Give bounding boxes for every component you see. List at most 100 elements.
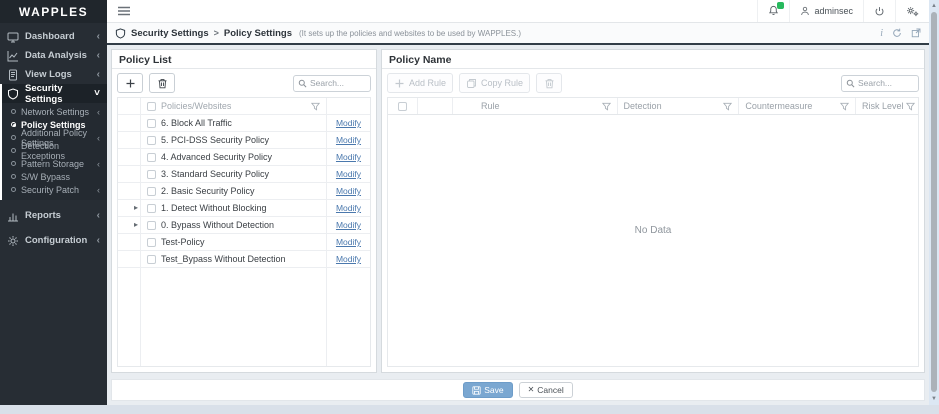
modify-link[interactable]: Modify bbox=[336, 237, 361, 247]
filter-icon[interactable] bbox=[906, 102, 915, 111]
checkbox-column bbox=[388, 98, 418, 114]
sidebar-item-network-settings[interactable]: Network Settings ‹ bbox=[2, 105, 107, 118]
circle-icon bbox=[11, 148, 16, 153]
delete-rule-button[interactable] bbox=[536, 73, 562, 93]
sidebar-item-view-logs[interactable]: View Logs ‹ bbox=[0, 65, 107, 84]
save-icon bbox=[472, 386, 481, 395]
delete-icon bbox=[544, 78, 555, 89]
policy-list-toolbar bbox=[112, 69, 376, 97]
row-checkbox[interactable] bbox=[147, 119, 156, 128]
circle-icon bbox=[11, 161, 16, 166]
sidebar-item-configuration[interactable]: Configuration ‹ bbox=[0, 231, 107, 250]
no-data-message: No Data bbox=[388, 225, 918, 236]
action-cell: Modify bbox=[326, 200, 370, 216]
column-label: Countermeasure bbox=[745, 101, 812, 111]
modify-link[interactable]: Modify bbox=[336, 152, 361, 162]
policy-table: Policies/Websites 6. Block All Traffic bbox=[117, 97, 371, 367]
info-icon[interactable]: i bbox=[880, 28, 883, 39]
cancel-button[interactable]: ✕ Cancel bbox=[519, 382, 573, 398]
policy-row: ▸ 1. Detect Without Blocking Modify bbox=[118, 200, 370, 217]
user-icon bbox=[800, 6, 810, 17]
sidebar-item-label: Security Patch bbox=[21, 185, 79, 195]
policy-search-input[interactable] bbox=[310, 78, 366, 88]
row-checkbox[interactable] bbox=[147, 255, 156, 264]
row-checkbox[interactable] bbox=[147, 153, 156, 162]
sidebar-item-security-settings[interactable]: Security Settings ˅ bbox=[0, 84, 107, 103]
sidebar-item-data-analysis[interactable]: Data Analysis ‹ bbox=[0, 46, 107, 65]
save-button[interactable]: Save bbox=[463, 382, 512, 398]
modify-link[interactable]: Modify bbox=[336, 135, 361, 145]
policy-name: 0. Bypass Without Detection bbox=[161, 220, 274, 230]
modify-link[interactable]: Modify bbox=[336, 220, 361, 230]
modify-link[interactable]: Modify bbox=[336, 203, 361, 213]
vertical-scrollbar-thumb[interactable] bbox=[931, 12, 937, 392]
user-menu[interactable]: adminsec bbox=[789, 0, 863, 22]
row-checkbox[interactable] bbox=[147, 187, 156, 196]
modify-link[interactable]: Modify bbox=[336, 186, 361, 196]
copy-icon bbox=[466, 78, 477, 89]
circle-icon bbox=[11, 135, 16, 140]
select-all-checkbox[interactable] bbox=[398, 102, 407, 111]
hamburger-icon[interactable] bbox=[117, 6, 131, 16]
policy-list-title: Policy List bbox=[112, 50, 376, 69]
policy-row: 4. Advanced Security Policy Modify bbox=[118, 149, 370, 166]
footer-bar: Save ✕ Cancel bbox=[111, 379, 925, 401]
view-logs-icon bbox=[7, 69, 19, 81]
policy-name: 5. PCI-DSS Security Policy bbox=[161, 135, 269, 145]
notifications-button[interactable] bbox=[757, 0, 789, 22]
policy-rules-title: Policy Name bbox=[382, 50, 924, 69]
row-checkbox[interactable] bbox=[147, 221, 156, 230]
sidebar-item-reports[interactable]: Reports ‹ bbox=[0, 206, 107, 225]
expand-arrow-icon[interactable]: ▸ bbox=[134, 204, 138, 212]
rule-column-header: Rule bbox=[453, 98, 618, 114]
breadcrumb-section: Security Settings bbox=[131, 28, 209, 39]
scroll-up-icon[interactable]: ▲ bbox=[929, 0, 939, 12]
system-settings-button[interactable] bbox=[895, 0, 929, 22]
select-all-checkbox[interactable] bbox=[147, 102, 156, 111]
rules-table-body: No Data bbox=[388, 115, 918, 366]
expand-arrow-icon[interactable]: ▸ bbox=[134, 221, 138, 229]
row-checkbox[interactable] bbox=[147, 136, 156, 145]
filter-icon[interactable] bbox=[723, 102, 732, 111]
sidebar-item-label: S/W Bypass bbox=[21, 172, 70, 182]
add-rule-button[interactable]: Add Rule bbox=[387, 73, 453, 93]
username: adminsec bbox=[814, 6, 853, 16]
rules-table: Rule Detection Countermeasure Risk bbox=[387, 97, 919, 367]
column-label: Detection bbox=[624, 101, 662, 111]
sidebar-item-detection-exceptions[interactable]: Detection Exceptions bbox=[2, 144, 107, 157]
modify-link[interactable]: Modify bbox=[336, 169, 361, 179]
sidebar-item-sw-bypass[interactable]: S/W Bypass bbox=[2, 170, 107, 183]
circle-icon bbox=[11, 187, 16, 192]
policy-name: Test-Policy bbox=[161, 237, 205, 247]
vertical-scrollbar[interactable]: ▲ ▼ bbox=[929, 0, 939, 405]
modify-link[interactable]: Modify bbox=[336, 118, 361, 128]
shield-icon bbox=[115, 28, 126, 39]
refresh-icon[interactable] bbox=[892, 28, 902, 38]
scroll-down-icon[interactable]: ▼ bbox=[929, 393, 939, 405]
modify-link[interactable]: Modify bbox=[336, 254, 361, 264]
policy-name: Test_Bypass Without Detection bbox=[161, 254, 286, 264]
copy-rule-button[interactable]: Copy Rule bbox=[459, 73, 530, 93]
policy-row: ▸ 0. Bypass Without Detection Modify bbox=[118, 217, 370, 234]
popout-icon[interactable] bbox=[911, 28, 921, 38]
sidebar-item-label: Security Settings bbox=[25, 83, 88, 105]
policy-table-empty-area bbox=[118, 268, 370, 366]
row-checkbox[interactable] bbox=[147, 238, 156, 247]
row-checkbox[interactable] bbox=[147, 204, 156, 213]
configuration-gear-icon bbox=[7, 235, 19, 247]
logout-button[interactable] bbox=[863, 0, 895, 22]
policy-table-header: Policies/Websites bbox=[118, 98, 370, 115]
sidebar-item-dashboard[interactable]: Dashboard ‹ bbox=[0, 27, 107, 46]
sidebar-item-security-patch[interactable]: Security Patch ‹ bbox=[2, 183, 107, 196]
filter-icon[interactable] bbox=[840, 102, 849, 111]
add-policy-button[interactable] bbox=[117, 73, 143, 93]
policy-rules-toolbar: Add Rule Copy Rule bbox=[382, 69, 924, 97]
delete-policy-button[interactable] bbox=[149, 73, 175, 93]
filter-icon[interactable] bbox=[602, 102, 611, 111]
row-checkbox[interactable] bbox=[147, 170, 156, 179]
expander-column bbox=[118, 98, 141, 114]
policy-cell: Test_Bypass Without Detection bbox=[141, 251, 326, 267]
filter-icon[interactable] bbox=[311, 102, 320, 111]
horizontal-scrollbar[interactable] bbox=[0, 405, 939, 414]
rule-search-input[interactable] bbox=[858, 78, 914, 88]
